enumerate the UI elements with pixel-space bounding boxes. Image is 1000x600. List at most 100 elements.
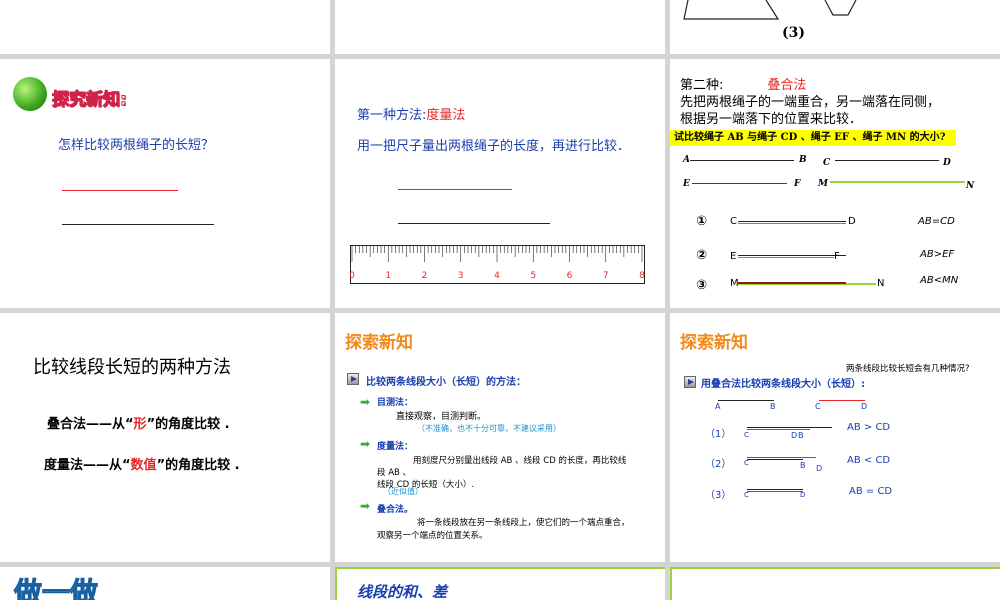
case-1-cd (747, 429, 810, 430)
label-d: D (861, 402, 868, 411)
case-2-left: E (730, 251, 737, 262)
ruler-number: 4 (494, 271, 500, 281)
label-m: M (818, 179, 828, 189)
segment-cd (835, 160, 939, 161)
ruler-number: 0 (350, 271, 355, 281)
case-1-num: ① (696, 214, 708, 229)
method-body: 用一把尺子量出两根绳子的长度，再进行比较． (357, 139, 631, 154)
section-heading: 做一做 (13, 576, 99, 600)
method-title: 第一种方法:度量法 (357, 108, 466, 123)
segment-mn (830, 181, 965, 183)
method-3: 叠合法。 (377, 505, 414, 515)
slide-8[interactable]: 探索新知 比较两条线段大小（长短）的方法： ➡ 目测法： 直接观察，目测判断。 … (335, 313, 665, 562)
case-1-result: AB=CD (918, 216, 955, 227)
case-1-cd (738, 223, 846, 224)
case-3-right: D (800, 491, 806, 499)
label-a: A (715, 402, 721, 411)
case-2-num: （2） (705, 459, 732, 470)
slide-3[interactable]: (3) (670, 0, 1000, 54)
case-1-right: B (798, 431, 804, 440)
arrow-icon: ➡ (360, 499, 371, 513)
globe-icon (13, 77, 47, 111)
play-icon (347, 373, 359, 385)
red-rope (398, 189, 512, 190)
case-3-num: ③ (696, 278, 708, 293)
section-heading: 探索新知 (345, 333, 413, 353)
black-rope (62, 224, 214, 225)
subheading: 用叠合法比较两条线段大小（长短）: (701, 379, 865, 390)
arrow-icon: ➡ (360, 395, 371, 409)
method-2-text-2: 段 AB 、 (377, 468, 412, 478)
case-2-mid: B (800, 461, 806, 470)
case-1-right: D (848, 216, 856, 227)
slide-4[interactable]: 探究新知: 怎样比较两根绳子的长短？ (0, 59, 330, 308)
case-3-cd (747, 491, 803, 492)
case-2-right: D (816, 464, 823, 473)
slide-12[interactable] (670, 567, 1000, 600)
case-1-num: （1） (705, 429, 732, 440)
ruler-number: 2 (422, 271, 428, 281)
arrow-icon: ➡ (360, 437, 371, 451)
case-3-ab (747, 489, 803, 490)
label-n: N (966, 181, 975, 191)
label-c: C (823, 158, 831, 168)
black-rope (398, 223, 550, 224)
slide-10[interactable]: 做一做 (0, 567, 330, 600)
subheading: 比较两条线段大小（长短）的方法： (366, 377, 526, 388)
ruler: 0 1 2 3 4 5 6 7 8 (350, 245, 645, 284)
slide-6[interactable]: 第二种: 叠合法 先把两根绳子的一端重合，另一端落在同侧， 根据另一端落下的位置来… (670, 59, 1000, 308)
label-b: B (770, 402, 776, 411)
method-line-2: 根据另一端落下的位置来比较． (680, 112, 863, 127)
label-a: A (683, 155, 690, 165)
case-3-ab (738, 282, 846, 284)
segment-ab (718, 400, 774, 401)
case-1-ab (738, 221, 846, 222)
row-overlay: 叠合法——从“形”的角度比较 . (47, 417, 230, 432)
slide-9[interactable]: 探索新知 两条线段比较长短会有几种情况? 用叠合法比较两条线段大小（长短）: A… (670, 313, 1000, 562)
case-2-cd (747, 457, 816, 458)
method-2-note: （近似值） (383, 487, 423, 496)
row-measure: 度量法——从“数值”的角度比较 . (44, 458, 240, 473)
question-text: 怎样比较两根绳子的长短？ (58, 138, 215, 153)
case-2-ab (747, 459, 803, 460)
case-2-ab (738, 255, 846, 256)
method-2: 度量法： (377, 442, 414, 452)
label-f: F (794, 179, 801, 189)
label-d: D (943, 158, 951, 168)
method-1-text: 直接观察，目测判断。 (396, 412, 487, 422)
ruler-number: 5 (530, 271, 536, 281)
case-2-right: F (834, 251, 840, 262)
case-1-left: C (744, 431, 749, 439)
case-2-result: AB < CD (847, 455, 891, 466)
polygon-figures (683, 0, 857, 20)
slide-7[interactable]: 比较线段长短的两种方法 叠合法——从“形”的角度比较 . 度量法——从“数值”的… (0, 313, 330, 562)
slide-1[interactable] (0, 0, 330, 54)
case-3-num: （3） (705, 490, 732, 501)
segment-ab (690, 160, 794, 161)
ruler-number: 6 (567, 271, 573, 281)
case-3-result: AB<MN (920, 275, 959, 286)
slide-11[interactable]: 线段的和、差 (335, 567, 665, 600)
case-2-left: C (744, 459, 749, 467)
slide-5[interactable]: 第一种方法:度量法 用一把尺子量出两根绳子的长度，再进行比较． 0 1 2 3 4 5 6 7… (335, 59, 665, 308)
case-3-left: C (744, 491, 749, 499)
method-1-note: （不准确，也不十分可靠，不建议采用） (417, 424, 561, 433)
section-heading: 探索新知 (680, 333, 748, 353)
label-b: B (799, 155, 807, 165)
label-e: E (683, 179, 690, 189)
case-1-mid: D (791, 431, 798, 440)
compare-question: 试比较绳子 AB 与绳子 CD 、绳子 EF 、绳子 MN 的大小? (670, 130, 956, 146)
segment-cd (819, 400, 865, 401)
segment-ef (692, 183, 787, 184)
case-3-right: N (877, 278, 885, 289)
method-1: 目测法： (377, 398, 414, 408)
ruler-number: 8 (639, 271, 645, 281)
question-text: 两条线段比较长短会有几种情况? (846, 364, 970, 374)
case-2-ef (738, 257, 834, 258)
slide-2[interactable] (335, 0, 665, 54)
case-2-result: AB>EF (920, 249, 955, 260)
ruler-number: 3 (458, 271, 464, 281)
case-1-result: AB > CD (847, 422, 891, 433)
ruler-number: 7 (603, 271, 609, 281)
method-3-text-1: 将一条线段放在另一条线段上，使它们的一个端点重合， (417, 518, 630, 528)
